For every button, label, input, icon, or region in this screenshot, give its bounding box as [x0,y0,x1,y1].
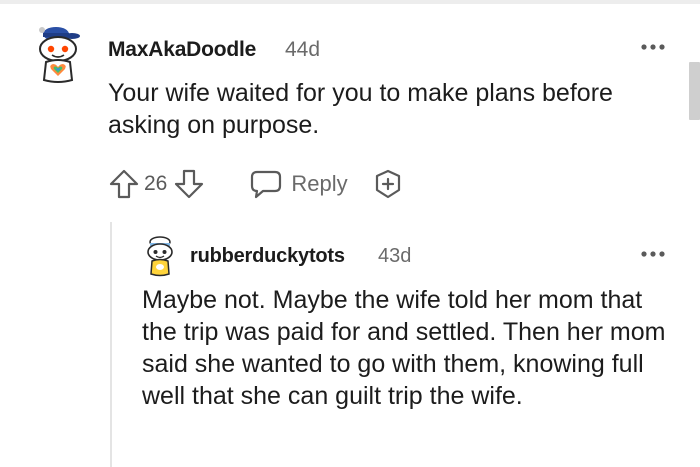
award-plus-icon [375,169,400,199]
downvote-button[interactable] [173,168,205,200]
top-divider [0,0,700,4]
comment-thread: MaxAkaDoodle 44d Your wife waited for yo… [0,0,700,467]
comment-actions: 26 Reply [108,168,404,200]
speech-bubble-icon [251,170,282,199]
downvote-arrow-icon [175,169,204,199]
reply-button[interactable]: Reply [249,169,348,199]
award-button[interactable] [372,168,404,200]
reply-label: Reply [291,171,348,196]
reply-body: Maybe not. Maybe the wife told her mom t… [142,286,666,410]
comment-body: Your wife waited for you to make plans b… [108,79,613,139]
upvote-arrow-icon [109,169,139,199]
comment-age: 44d [285,38,321,61]
scrollbar[interactable] [689,62,700,120]
snoo-avatar-icon [39,27,80,83]
more-options-button[interactable] [638,34,668,60]
reply-more-options-button[interactable] [638,241,668,267]
thread-line[interactable] [110,222,112,467]
user-avatar[interactable] [34,24,88,86]
snoo-avatar-icon [147,236,173,277]
reply-author[interactable]: rubberduckytots [190,245,345,268]
upvote-button[interactable] [108,168,140,200]
reply-age: 43d [378,245,412,267]
more-options-icon [641,44,665,50]
reply-user-avatar[interactable] [144,234,176,278]
vote-score: 26 [144,172,168,195]
more-options-icon [641,251,665,257]
comment-author[interactable]: MaxAkaDoodle [108,38,256,62]
